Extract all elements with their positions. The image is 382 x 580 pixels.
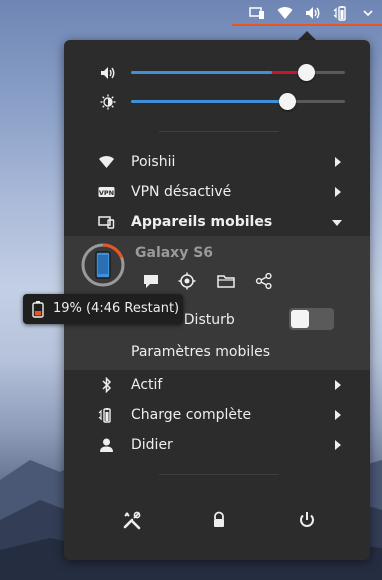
vpn-label: VPN désactivé	[131, 184, 232, 200]
chevron-right-icon	[335, 440, 341, 450]
settings-tools-icon[interactable]	[122, 510, 142, 530]
chevron-right-icon	[335, 157, 341, 167]
system-actions	[64, 506, 370, 536]
top-panel	[0, 0, 382, 26]
chevron-right-icon	[335, 380, 341, 390]
wifi-icon[interactable]	[277, 5, 293, 21]
toggle-knob	[291, 310, 309, 328]
menu-item-user[interactable]: Didier	[64, 430, 370, 460]
message-icon[interactable]	[142, 272, 160, 290]
device-name: Galaxy S6	[135, 245, 214, 261]
menu-item-mobile-devices[interactable]: Appareils mobiles	[64, 207, 370, 237]
svg-text:VPN: VPN	[99, 189, 114, 197]
share-icon[interactable]	[255, 272, 273, 290]
locate-icon[interactable]	[178, 272, 196, 290]
phone-device-icon[interactable]	[249, 5, 265, 21]
brightness-slider[interactable]	[131, 93, 345, 110]
power-icon[interactable]	[297, 510, 317, 530]
volume-slider[interactable]	[131, 64, 345, 81]
vpn-icon: VPN	[98, 187, 115, 197]
wifi-label: Poishii	[131, 154, 176, 170]
system-tray[interactable]	[232, 0, 382, 26]
brightness-slider-row	[64, 92, 370, 112]
chevron-down-icon[interactable]	[363, 8, 373, 18]
battery-charging-icon	[98, 408, 111, 423]
wifi-icon	[99, 156, 114, 168]
folder-icon[interactable]	[217, 272, 235, 290]
battery-label: Charge complète	[131, 407, 252, 423]
chevron-right-icon	[335, 410, 341, 420]
menu-item-battery[interactable]: Charge complète	[64, 400, 370, 430]
brightness-icon	[100, 94, 116, 110]
brightness-slider-handle[interactable]	[278, 93, 296, 110]
volume-slider-fill	[131, 71, 273, 74]
mobile-devices-label: Appareils mobiles	[131, 214, 273, 230]
do-not-disturb-toggle[interactable]	[289, 308, 334, 330]
menu-item-bluetooth[interactable]: Actif	[64, 370, 370, 400]
brightness-slider-fill	[131, 100, 288, 103]
battery-icon[interactable]	[333, 5, 349, 21]
bluetooth-icon	[102, 377, 112, 393]
menu-item-vpn[interactable]: VPN VPN désactivé	[64, 177, 370, 207]
mobile-settings-link[interactable]: Paramètres mobiles	[131, 344, 270, 360]
bluetooth-label: Actif	[131, 377, 163, 393]
device-battery-ring	[81, 243, 125, 287]
lock-icon[interactable]	[209, 510, 229, 530]
volume-slider-handle[interactable]	[297, 64, 315, 81]
user-icon	[100, 438, 113, 452]
volume-slider-row	[64, 63, 370, 83]
phone-icon	[95, 251, 111, 279]
separator	[159, 474, 279, 475]
tooltip-text: 19% (4:46 Restant)	[53, 301, 180, 316]
user-label: Didier	[131, 437, 173, 453]
volume-icon[interactable]	[305, 5, 321, 21]
volume-icon	[101, 67, 115, 79]
chevron-down-icon	[332, 220, 342, 226]
chevron-right-icon	[335, 187, 341, 197]
battery-low-icon	[32, 301, 44, 318]
menu-item-wifi[interactable]: Poishii	[64, 147, 370, 177]
separator	[159, 131, 279, 132]
battery-tooltip: 19% (4:46 Restant)	[23, 294, 183, 324]
phone-device-icon	[98, 216, 115, 229]
